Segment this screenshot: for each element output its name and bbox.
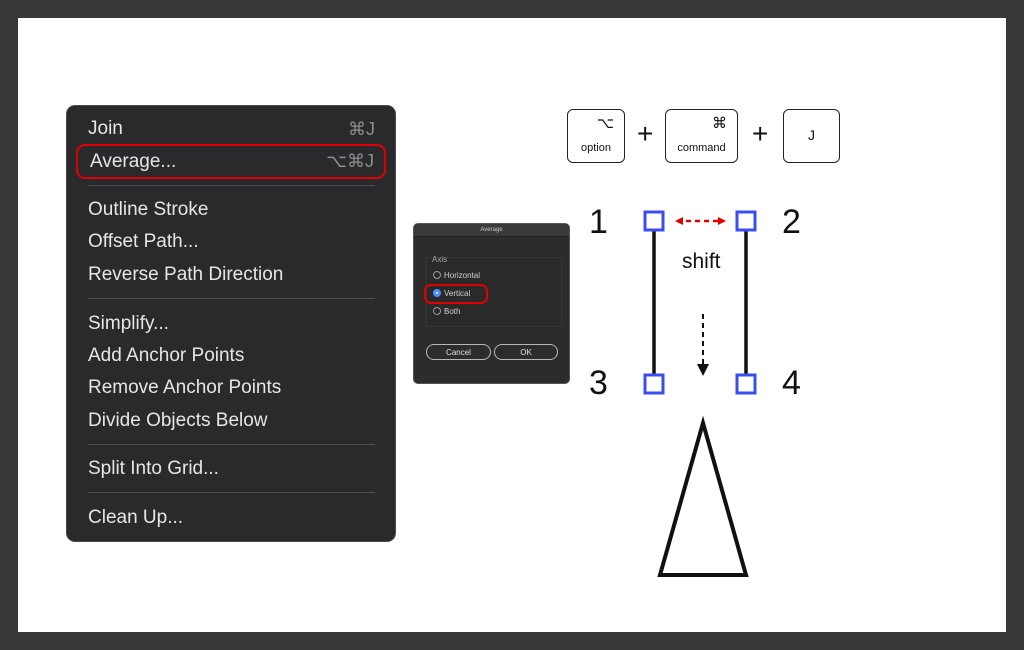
- plus-sign: +: [637, 118, 654, 149]
- axis-group-label: Axis: [432, 255, 448, 264]
- menu-item-label: Average...: [90, 151, 177, 172]
- menu-item-simplify[interactable]: Simplify...: [88, 309, 375, 339]
- key-command: ⌘ command: [665, 109, 738, 163]
- menu-item-label: Offset Path...: [88, 231, 199, 252]
- menu-item-join[interactable]: Join ⌘J: [88, 114, 375, 144]
- menu-item-split-into-grid[interactable]: Split Into Grid...: [88, 454, 375, 484]
- plus-sign: +: [752, 118, 769, 149]
- menu-item-label: Outline Stroke: [88, 199, 209, 220]
- menu-item-shortcut: ⌥⌘J: [326, 151, 374, 171]
- menu-item-divide-objects-below[interactable]: Divide Objects Below: [88, 406, 375, 436]
- ok-button[interactable]: OK: [494, 344, 558, 360]
- menu-separator: [88, 492, 375, 493]
- key-name: option: [581, 142, 611, 154]
- menu-separator: [88, 185, 375, 186]
- path-context-menu: Join ⌘J Average... ⌥⌘J Outline Stroke Of…: [67, 106, 395, 541]
- menu-item-label: Clean Up...: [88, 507, 184, 528]
- menu-item-label: Remove Anchor Points: [88, 377, 282, 398]
- radio-horizontal[interactable]: Horizontal: [433, 270, 480, 282]
- menu-item-clean-up[interactable]: Clean Up...: [88, 503, 375, 533]
- option-symbol-icon: ⌥: [596, 115, 614, 132]
- command-symbol-icon: ⌘: [712, 115, 727, 132]
- radio-unchecked-icon: [433, 270, 441, 279]
- menu-item-label: Reverse Path Direction: [88, 264, 284, 285]
- menu-item-average[interactable]: Average... ⌥⌘J: [76, 144, 386, 179]
- point-label-3: 3: [589, 364, 608, 402]
- menu-item-shortcut: ⌘J: [348, 119, 375, 139]
- key-label: J: [808, 127, 815, 143]
- point-label-4: 4: [782, 364, 801, 402]
- radio-both[interactable]: Both: [433, 306, 460, 318]
- dialog-title: Average: [414, 224, 569, 237]
- menu-item-outline-stroke[interactable]: Outline Stroke: [88, 195, 375, 225]
- key-name: command: [677, 142, 726, 154]
- shift-label: shift: [682, 250, 721, 273]
- menu-item-label: Add Anchor Points: [88, 345, 245, 366]
- menu-separator: [88, 298, 375, 299]
- cancel-button[interactable]: Cancel: [426, 344, 491, 360]
- menu-item-reverse-path-direction[interactable]: Reverse Path Direction: [88, 260, 375, 290]
- point-label-1: 1: [589, 203, 608, 241]
- vertical-highlight-outline: [424, 284, 488, 304]
- menu-item-add-anchor-points[interactable]: Add Anchor Points: [88, 341, 375, 371]
- radio-label: Both: [444, 307, 461, 316]
- menu-item-offset-path[interactable]: Offset Path...: [88, 227, 375, 257]
- radio-unchecked-icon: [433, 306, 441, 315]
- key-option: ⌥ option: [567, 109, 625, 163]
- point-label-2: 2: [782, 203, 801, 241]
- menu-item-remove-anchor-points[interactable]: Remove Anchor Points: [88, 373, 375, 403]
- menu-separator: [88, 444, 375, 445]
- key-j: J: [783, 109, 840, 163]
- radio-label: Horizontal: [444, 271, 481, 280]
- menu-item-label: Split Into Grid...: [88, 458, 219, 479]
- menu-item-label: Simplify...: [88, 313, 169, 334]
- menu-item-label: Join: [88, 118, 123, 139]
- menu-item-label: Divide Objects Below: [88, 410, 268, 431]
